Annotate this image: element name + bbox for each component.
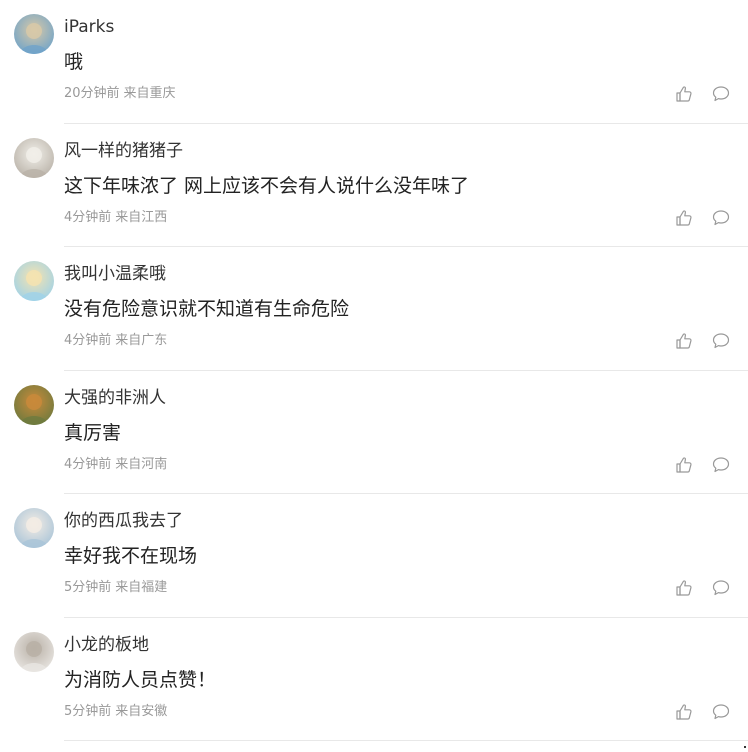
comment-time: 5分钟前 <box>64 703 112 719</box>
like-button[interactable] <box>674 84 694 104</box>
comment-item: 大强的非洲人 真厉害 4分钟前 来自河南 <box>0 371 748 495</box>
comment-username[interactable]: 风一样的猪猪子 <box>64 140 183 162</box>
comment-location: 来自安徽 <box>115 703 168 719</box>
scroll-marker <box>744 746 746 748</box>
comment-text: 没有危险意识就不知道有生命危险 <box>64 298 350 320</box>
comment-username[interactable]: 大强的非洲人 <box>64 387 166 409</box>
avatar-sketch-icon[interactable] <box>14 631 54 672</box>
comment-time: 4分钟前 <box>64 456 112 472</box>
comment-username[interactable]: 小龙的板地 <box>64 634 149 656</box>
avatar-girl-icon[interactable] <box>14 508 54 548</box>
reply-button[interactable] <box>711 455 731 475</box>
comment-meta: 5分钟前 来自福建 <box>64 579 167 597</box>
like-button[interactable] <box>674 208 694 228</box>
comment-meta: 5分钟前 来自安徽 <box>64 703 167 721</box>
comment-item: iParks 哦 20分钟前 来自重庆 <box>0 0 748 124</box>
comment-item: 你的西瓜我去了 幸好我不在现场 5分钟前 来自福建 <box>0 494 748 618</box>
reply-button[interactable] <box>711 84 731 104</box>
comment-text: 哦 <box>64 51 84 73</box>
avatar-anime-girl-icon[interactable] <box>14 261 54 301</box>
comment-item: 小龙的板地 为消防人员点赞！ 5分钟前 来自安徽 <box>0 618 748 742</box>
thumbs-up-icon <box>676 86 692 102</box>
reply-button[interactable] <box>711 578 731 598</box>
comment-username[interactable]: iParks <box>64 16 114 38</box>
thumbs-up-icon <box>676 333 692 349</box>
comment-text: 这下年味浓了 网上应该不会有人说什么没年味了 <box>64 174 470 197</box>
reply-button[interactable] <box>711 208 731 228</box>
comment-time: 20分钟前 <box>64 86 120 101</box>
avatar-landscape-icon[interactable] <box>14 14 54 54</box>
speech-bubble-icon <box>712 580 730 596</box>
thumbs-up-icon <box>676 456 692 473</box>
comment-username[interactable]: 你的西瓜我去了 <box>64 510 183 532</box>
comment-time: 4分钟前 <box>64 333 112 348</box>
comment-location: 来自福建 <box>115 580 168 595</box>
avatar-tiger-icon[interactable] <box>14 384 54 425</box>
comment-time: 4分钟前 <box>64 209 112 225</box>
comment-text: 真厉害 <box>64 421 122 444</box>
comment-meta: 4分钟前 来自江西 <box>64 209 167 227</box>
reply-button[interactable] <box>711 702 731 722</box>
thumbs-up-icon <box>676 580 692 596</box>
comment-location: 来自重庆 <box>123 86 176 101</box>
speech-bubble-icon <box>712 209 730 225</box>
like-button[interactable] <box>674 331 694 351</box>
comment-meta: 4分钟前 来自河南 <box>64 456 167 474</box>
reply-button[interactable] <box>711 331 731 351</box>
speech-bubble-icon <box>712 703 730 719</box>
comment-item: 风一样的猪猪子 这下年味浓了 网上应该不会有人说什么没年味了 4分钟前 来自江西 <box>0 124 748 248</box>
comment-username[interactable]: 我叫小温柔哦 <box>64 263 166 285</box>
comment-time: 5分钟前 <box>64 580 112 595</box>
comment-item: 我叫小温柔哦 没有危险意识就不知道有生命危险 4分钟前 来自广东 <box>0 247 748 371</box>
speech-bubble-icon <box>712 456 730 472</box>
thumbs-up-icon <box>676 209 692 226</box>
comment-location: 来自河南 <box>115 456 168 472</box>
comment-location: 来自江西 <box>115 209 168 225</box>
like-button[interactable] <box>674 455 694 475</box>
like-button[interactable] <box>674 578 694 598</box>
comment-meta: 20分钟前 来自重庆 <box>64 85 176 103</box>
speech-bubble-icon <box>712 86 730 102</box>
comment-list: iParks 哦 20分钟前 来自重庆 风一样的猪猪子 这下年味浓了 网上应该不… <box>0 0 748 741</box>
speech-bubble-icon <box>712 333 730 349</box>
comment-meta: 4分钟前 来自广东 <box>64 332 167 350</box>
avatar-cat-icon[interactable] <box>14 137 54 178</box>
like-button[interactable] <box>674 702 694 722</box>
comment-text: 幸好我不在现场 <box>64 545 198 567</box>
comment-location: 来自广东 <box>115 333 168 348</box>
thumbs-up-icon <box>676 703 692 720</box>
comment-text: 为消防人员点赞！ <box>64 668 217 691</box>
